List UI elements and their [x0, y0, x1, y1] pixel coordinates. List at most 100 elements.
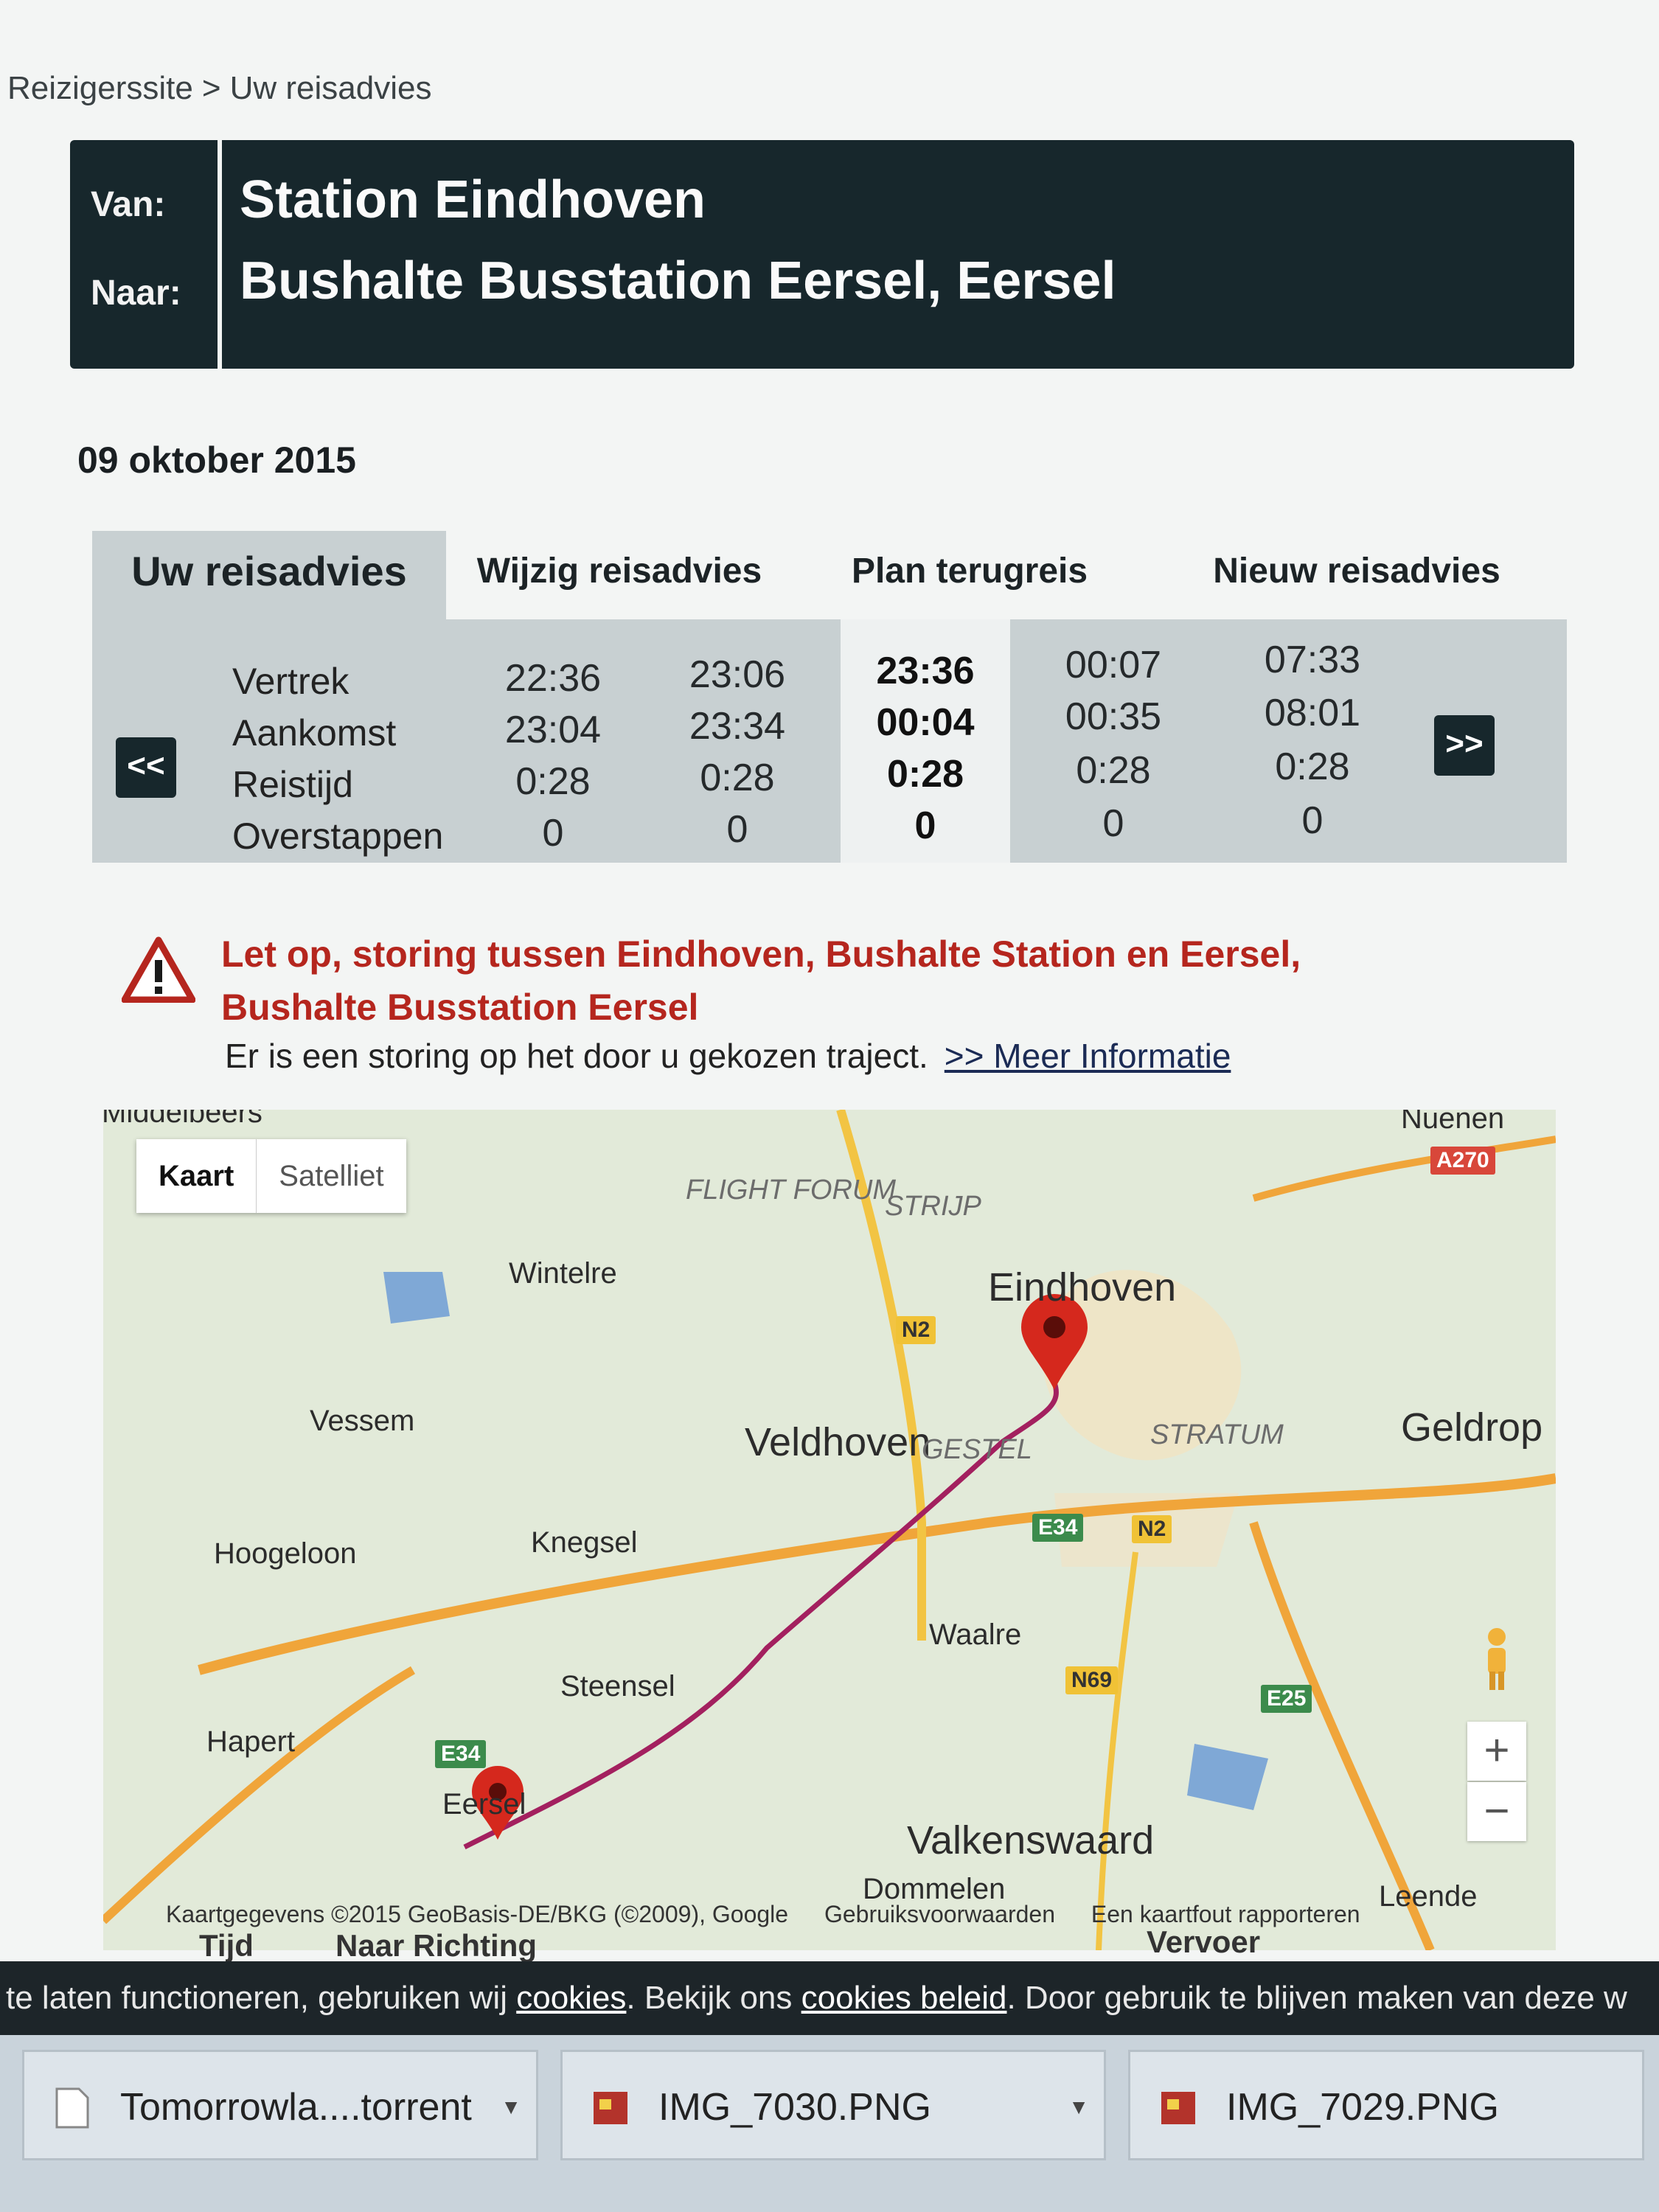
- journey-0-overstappen: 0: [542, 812, 564, 855]
- place-vessem: Vessem: [310, 1405, 415, 1437]
- map-canvas: [103, 1110, 1556, 1950]
- download-item-label: IMG_7029.PNG: [1226, 2086, 1499, 2129]
- tab-nieuw-reisadvies[interactable]: Nieuw reisadvies: [1172, 531, 1541, 619]
- journey-1-reistijd: 0:28: [700, 757, 775, 799]
- map-terms-link[interactable]: Gebruiksvoorwaarden: [824, 1901, 1055, 1927]
- travel-date: 09 oktober 2015: [77, 439, 356, 481]
- place-eersel: Eersel: [442, 1788, 526, 1820]
- chevron-down-icon[interactable]: ▼: [501, 2052, 521, 2163]
- journey-1-vertrek[interactable]: 23:06: [671, 653, 804, 697]
- map-background: [103, 1110, 1556, 1950]
- warning-triangle-icon: [122, 936, 195, 1003]
- previous-journeys-button[interactable]: <<: [116, 737, 176, 798]
- place-geldrop: Geldrop: [1401, 1405, 1543, 1450]
- place-steensel: Steensel: [560, 1670, 675, 1703]
- district-stratum: STRATUM: [1150, 1419, 1284, 1450]
- alert-title-line1: Let op, storing tussen Eindhoven, Bushal…: [221, 933, 1301, 975]
- row-label-vertrek: Vertrek: [232, 661, 349, 702]
- row-label-reistijd: Reistijd: [232, 764, 353, 805]
- place-veldhoven: Veldhoven: [745, 1420, 931, 1464]
- place-hapert: Hapert: [206, 1725, 296, 1758]
- journey-2-overstappen: 0: [914, 804, 936, 847]
- route-label-column: Van: Naar:: [70, 140, 222, 369]
- download-item-img-7030[interactable]: IMG_7030.PNG ▼: [560, 2050, 1106, 2160]
- road-shield-n2: N2: [896, 1316, 936, 1344]
- tab-wijzig-reisadvies[interactable]: Wijzig reisadvies: [450, 531, 789, 619]
- meer-informatie-link[interactable]: >> Meer Informatie: [945, 1037, 1231, 1075]
- journey-0-aankomst[interactable]: 23:04: [487, 708, 619, 752]
- zoom-in-button[interactable]: +: [1467, 1722, 1526, 1781]
- route-map[interactable]: Kaart Satelliet Middelbeers Nuenen FLIGH…: [103, 1110, 1556, 1950]
- journey-4-overstappen: 0: [1301, 799, 1324, 842]
- page: Reizigerssite > Uw reisadvies Van: Naar: S…: [0, 0, 1659, 2212]
- column-header-vervoer: Vervoer: [1147, 1924, 1261, 1959]
- image-file-icon: [594, 2092, 627, 2124]
- journey-3-vertrek[interactable]: 00:07: [1047, 643, 1180, 687]
- map-report-error-link[interactable]: Een kaartfout rapporteren: [1091, 1901, 1360, 1927]
- map-type-satelliet[interactable]: Satelliet: [257, 1139, 406, 1213]
- journey-4-reistijd: 0:28: [1275, 745, 1350, 788]
- breadcrumb-home-link[interactable]: Reizigerssite: [7, 70, 193, 106]
- journey-0-vertrek[interactable]: 22:36: [487, 656, 619, 700]
- zoom-out-button[interactable]: −: [1467, 1782, 1526, 1841]
- journey-2-aankomst[interactable]: 00:04: [859, 700, 992, 745]
- cookies-link[interactable]: cookies: [516, 1980, 626, 2016]
- road-shield-a270: A270: [1430, 1147, 1495, 1175]
- journey-3-aankomst[interactable]: 00:35: [1047, 695, 1180, 739]
- journey-2-vertrek[interactable]: 23:36: [859, 649, 992, 693]
- road-shield-n69: N69: [1065, 1666, 1119, 1694]
- map-attribution: Kaartgegevens ©2015 GeoBasis-DE/BKG (©20…: [166, 1901, 789, 1927]
- district-flight-forum: FLIGHT FORUM: [686, 1175, 896, 1206]
- place-nuenen: Nuenen: [1401, 1110, 1505, 1135]
- breadcrumb-separator: >: [201, 70, 221, 106]
- download-item-torrent[interactable]: Tomorrowla....torrent ▼: [22, 2050, 538, 2160]
- route-header: Van: Naar: Station Eindhoven Bushalte Bu…: [70, 140, 1574, 369]
- place-leende: Leende: [1379, 1880, 1478, 1913]
- journey-1-aankomst[interactable]: 23:34: [671, 704, 804, 748]
- journey-4-vertrek[interactable]: 07:33: [1246, 638, 1379, 682]
- column-header-tijd: Tijd: [199, 1928, 254, 1963]
- cookie-text-pre: te laten functioneren, gebruiken wij: [6, 1980, 517, 2016]
- place-waalre: Waalre: [929, 1618, 1022, 1651]
- file-icon: [55, 2087, 89, 2129]
- road-shield-n2-south: N2: [1132, 1515, 1172, 1543]
- image-file-icon: [1161, 2092, 1195, 2124]
- naar-label: Naar:: [91, 274, 181, 313]
- row-label-aankomst: Aankomst: [232, 712, 397, 754]
- district-strijp: STRIJP: [885, 1191, 981, 1222]
- cookies-beleid-link[interactable]: cookies beleid: [801, 1980, 1007, 2016]
- tab-bar: Uw reisadvies Wijzig reisadvies Plan ter…: [81, 531, 1571, 619]
- tab-uw-reisadvies[interactable]: Uw reisadvies: [92, 531, 446, 619]
- road-shield-e25: E25: [1261, 1685, 1312, 1713]
- pegman-icon[interactable]: [1475, 1626, 1519, 1692]
- cookie-text-post: . Door gebruik te blijven maken van deze…: [1006, 1980, 1627, 2016]
- journey-3-reistijd: 0:28: [1076, 749, 1151, 792]
- breadcrumb-current: Uw reisadvies: [229, 70, 432, 106]
- alert-body: Er is een storing op het door u gekozen …: [225, 1036, 1231, 1076]
- journey-4-aankomst[interactable]: 08:01: [1246, 691, 1379, 735]
- van-label: Van:: [91, 185, 166, 224]
- journey-0-reistijd: 0:28: [515, 760, 591, 803]
- row-label-overstappen: Overstappen: [232, 815, 444, 857]
- chevron-down-icon[interactable]: ▼: [1068, 2052, 1089, 2163]
- download-item-img-7029[interactable]: IMG_7029.PNG: [1128, 2050, 1644, 2160]
- water-body: [383, 1272, 450, 1324]
- map-type-toggle: Kaart Satelliet: [136, 1139, 406, 1213]
- map-type-kaart[interactable]: Kaart: [136, 1139, 257, 1213]
- destination-stop: Bushalte Busstation Eersel, Eersel: [240, 251, 1116, 310]
- district-gestel: GESTEL: [922, 1434, 1032, 1465]
- alert-body-text: Er is een storing op het door u gekozen …: [225, 1037, 928, 1075]
- alert-title-line2: Bushalte Busstation Eersel: [221, 987, 699, 1028]
- next-journeys-button[interactable]: >>: [1434, 715, 1495, 776]
- journey-1-overstappen: 0: [726, 808, 748, 851]
- place-eindhoven: Eindhoven: [988, 1265, 1177, 1310]
- journey-3-overstappen: 0: [1102, 802, 1124, 845]
- journey-2-reistijd: 0:28: [886, 753, 964, 796]
- tab-plan-terugreis[interactable]: Plan terugreis: [804, 531, 1135, 619]
- column-header-naar-richting: Naar Richting: [335, 1928, 538, 1963]
- origin-station: Station Eindhoven: [240, 170, 706, 229]
- place-hoogeloon: Hoogeloon: [214, 1537, 357, 1570]
- download-item-label: Tomorrowla....torrent: [120, 2086, 472, 2129]
- cookie-text-mid: . Bekijk ons: [626, 1980, 801, 2016]
- breadcrumb: Reizigerssite > Uw reisadvies: [7, 70, 440, 107]
